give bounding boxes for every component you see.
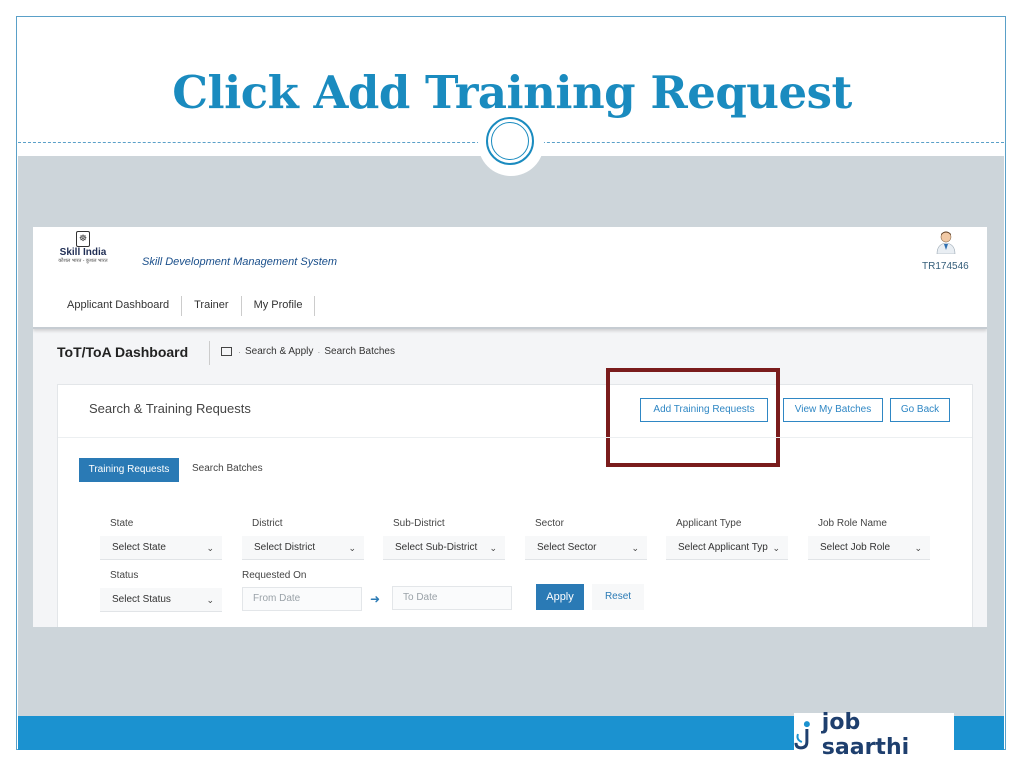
- system-name: Skill Development Management System: [142, 256, 338, 268]
- chevron-down-icon: ⌄: [772, 543, 780, 553]
- card-title: Search & Training Requests: [89, 401, 251, 416]
- chevron-down-icon: ⌄: [489, 543, 497, 553]
- brand-name: Skill India: [59, 247, 107, 258]
- view-my-batches-button[interactable]: View My Batches: [783, 398, 883, 422]
- applicant-type-label: Applicant Type: [676, 518, 742, 529]
- status-label: Status: [110, 570, 139, 581]
- job-saarthi-logo-icon: [794, 721, 810, 750]
- sub-district-select[interactable]: Select Sub-District ⌄: [383, 536, 505, 560]
- nav-applicant-dashboard[interactable]: Applicant Dashboard: [55, 296, 183, 316]
- brand-tagline: कौशल भारत - कुशल भारत: [58, 258, 108, 264]
- arrow-right-icon: ➜: [370, 592, 381, 606]
- tab-training-requests[interactable]: Training Requests: [79, 458, 179, 482]
- sub-district-select-value: Select Sub-District: [395, 542, 478, 553]
- state-select[interactable]: Select State ⌄: [100, 536, 222, 560]
- breadcrumb-separator: ·: [317, 346, 321, 357]
- district-label: District: [252, 518, 283, 529]
- dashboard-title: ToT/ToA Dashboard: [57, 344, 189, 360]
- nav-trainer[interactable]: Trainer: [182, 296, 242, 316]
- briefcase-icon[interactable]: [221, 347, 232, 356]
- job-role-select[interactable]: Select Job Role ⌄: [808, 536, 930, 560]
- state-select-value: Select State: [112, 542, 166, 553]
- app-screenshot: ☸ Skill India कौशल भारत - कुशल भारत Skil…: [33, 227, 987, 627]
- status-select[interactable]: Select Status ⌄: [100, 588, 222, 612]
- circle-ornament-inner-ring: [491, 122, 529, 160]
- job-role-select-value: Select Job Role: [820, 542, 891, 553]
- from-date-input[interactable]: From Date: [242, 587, 362, 611]
- breadcrumb-separator: ·: [238, 346, 241, 357]
- go-back-button[interactable]: Go Back: [890, 398, 950, 422]
- breadcrumb: · Search & Apply · Search Batches: [221, 346, 395, 357]
- sector-select[interactable]: Select Sector ⌄: [525, 536, 647, 560]
- sub-district-label: Sub-District: [393, 518, 445, 529]
- logo-text: job saarthi: [821, 710, 910, 760]
- chevron-down-icon: ⌄: [631, 543, 639, 553]
- district-select-value: Select District: [254, 542, 316, 553]
- state-label: State: [110, 518, 134, 529]
- search-card: Search & Training Requests Add Training …: [57, 368, 973, 627]
- skill-india-logo: ☸ Skill India कौशल भारत - कुशल भारत: [55, 231, 111, 271]
- chevron-down-icon: ⌄: [914, 543, 922, 553]
- title-separator: [209, 341, 210, 365]
- chevron-down-icon: ⌄: [206, 543, 214, 553]
- applicant-type-select[interactable]: Select Applicant Typ ⌄: [666, 536, 788, 560]
- breadcrumb-search-batches: Search Batches: [324, 346, 395, 357]
- chevron-down-icon: ⌄: [206, 595, 214, 605]
- sector-select-value: Select Sector: [537, 542, 597, 553]
- tab-search-batches[interactable]: Search Batches: [192, 463, 263, 474]
- applicant-type-select-value: Select Applicant Typ: [678, 542, 768, 553]
- to-date-input[interactable]: To Date: [392, 586, 512, 610]
- user-avatar-icon[interactable]: [935, 230, 957, 254]
- reset-button[interactable]: Reset: [592, 584, 644, 610]
- apply-button[interactable]: Apply: [536, 584, 584, 610]
- user-id[interactable]: TR174546: [922, 261, 969, 272]
- job-saarthi-logo: job saarthi: [794, 710, 954, 760]
- breadcrumb-search-apply[interactable]: Search & Apply: [245, 346, 313, 357]
- status-select-value: Select Status: [112, 594, 171, 605]
- app-header: ☸ Skill India कौशल भारत - कुशल भारत Skil…: [33, 227, 987, 329]
- sector-label: Sector: [535, 518, 564, 529]
- chevron-down-icon: ⌄: [348, 543, 356, 553]
- main-nav: Applicant Dashboard Trainer My Profile: [55, 296, 316, 316]
- district-select[interactable]: Select District ⌄: [242, 536, 364, 560]
- nav-my-profile[interactable]: My Profile: [242, 296, 316, 316]
- highlight-box: [606, 368, 780, 467]
- job-role-label: Job Role Name: [818, 518, 887, 529]
- requested-on-label: Requested On: [242, 570, 307, 581]
- emblem-icon: ☸: [76, 231, 90, 247]
- card-divider: [58, 437, 972, 438]
